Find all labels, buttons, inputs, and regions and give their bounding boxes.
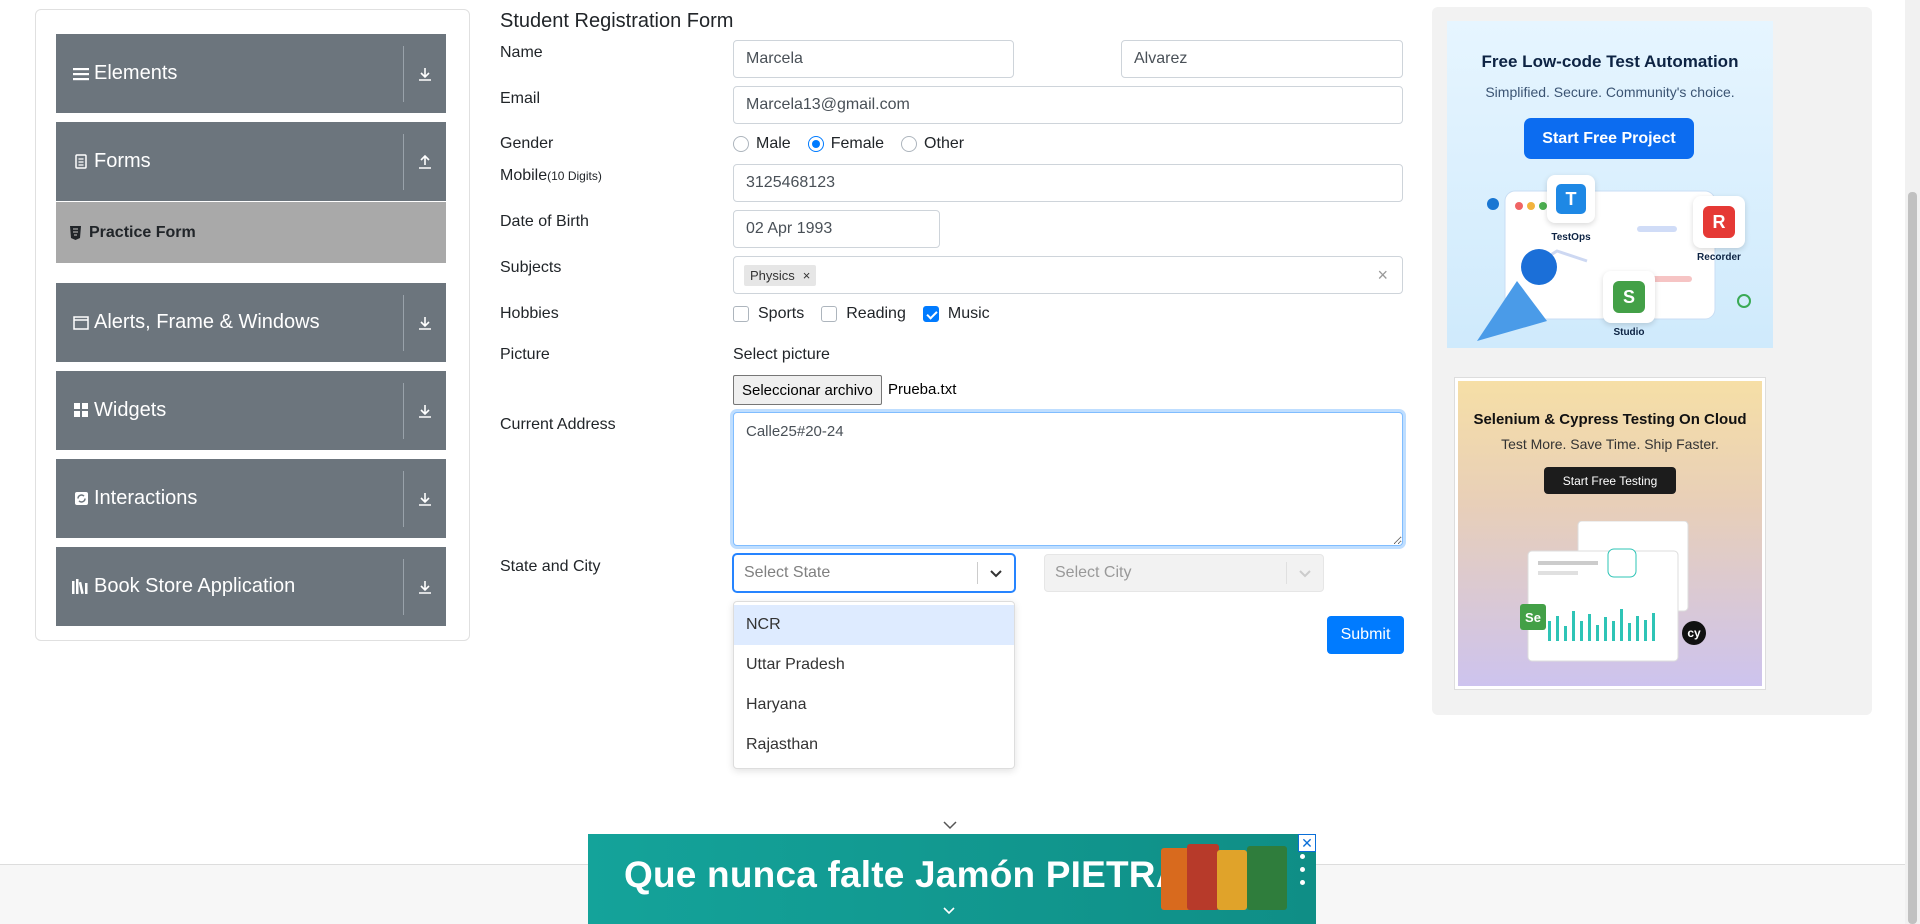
sidebar-item-label: Practice Form <box>89 223 196 241</box>
widgets-icon <box>72 402 90 420</box>
hobbies-checkbox-group: Sports Reading Music <box>733 305 1007 323</box>
download-icon[interactable] <box>404 66 446 82</box>
chevron-down-icon[interactable] <box>1287 566 1323 580</box>
state-dropdown-menu: NCR Uttar Pradesh Haryana Rajasthan <box>733 601 1015 769</box>
ad-dashboard-illustration <box>1527 521 1689 662</box>
hobby-music-checkbox[interactable] <box>922 306 939 322</box>
chevron-down-icon[interactable] <box>978 566 1014 580</box>
product-images <box>1161 842 1311 916</box>
mobile-hint: (10 Digits) <box>547 169 602 183</box>
gender-other-option[interactable]: Other <box>901 135 964 153</box>
submit-button[interactable]: Submit <box>1327 616 1404 654</box>
more-options-icon[interactable] <box>1300 854 1305 885</box>
sidebar-group-label: Widgets <box>94 399 167 421</box>
name-label: Name <box>500 44 543 61</box>
subjects-input[interactable]: Physics × × <box>733 256 1403 294</box>
sidebar-group-label: Elements <box>94 62 178 84</box>
close-icon[interactable]: ✕ <box>1298 834 1316 852</box>
sidebar-group-label: Interactions <box>94 487 198 509</box>
first-name-input[interactable]: Marcela <box>733 40 1014 78</box>
download-icon[interactable] <box>404 491 446 507</box>
choose-file-button[interactable]: Seleccionar archivo <box>733 375 882 405</box>
hobby-music-option[interactable]: Music <box>922 305 990 323</box>
hobby-reading-checkbox[interactable] <box>821 306 838 322</box>
gender-label: Gender <box>500 135 554 152</box>
scrollbar-thumb[interactable] <box>1908 192 1917 924</box>
start-free-project-button[interactable]: Start Free Project <box>1524 118 1694 159</box>
sidebar: Elements Forms Practice Form Alerts, Fra… <box>35 9 470 641</box>
address-label: Current Address <box>500 416 616 433</box>
window-icon <box>72 314 90 332</box>
page-title: Student Registration Form <box>500 10 734 32</box>
ad-title: Selenium & Cypress Testing On Cloud <box>1473 411 1747 428</box>
bottom-banner-ad[interactable]: Que nunca falte Jamón PIETRÁN ✕ <box>588 834 1316 924</box>
sidebar-group-forms[interactable]: Forms <box>56 122 446 201</box>
sidebar-group-book-store[interactable]: Book Store Application <box>56 547 446 626</box>
gender-female-option[interactable]: Female <box>807 135 884 153</box>
subjects-label: Subjects <box>500 259 562 276</box>
dob-label: Date of Birth <box>500 213 589 230</box>
ad-subtitle: Test More. Save Time. Ship Faster. <box>1501 436 1719 452</box>
html-icon <box>70 225 81 240</box>
current-address-textarea[interactable]: Calle25#20-24 <box>733 412 1403 546</box>
ad-test-automation[interactable]: Free Low-code Test Automation Simplified… <box>1447 21 1773 348</box>
state-option-rajasthan[interactable]: Rajasthan <box>734 725 1014 765</box>
download-icon[interactable] <box>404 315 446 331</box>
subject-chip: Physics × <box>744 264 817 286</box>
start-free-testing-button[interactable]: Start Free Testing <box>1544 467 1676 494</box>
state-option-uttar-pradesh[interactable]: Uttar Pradesh <box>734 645 1014 685</box>
picture-label: Picture <box>500 346 550 363</box>
sidebar-group-alerts[interactable]: Alerts, Frame & Windows <box>56 283 446 362</box>
mobile-label: Mobile(10 Digits) <box>500 167 602 184</box>
download-icon[interactable] <box>404 579 446 595</box>
state-option-haryana[interactable]: Haryana <box>734 685 1014 725</box>
upload-icon[interactable] <box>404 154 446 170</box>
hobby-reading-option[interactable]: Reading <box>821 305 906 323</box>
dob-input[interactable]: 02 Apr 1993 <box>733 210 940 248</box>
sidebar-group-widgets[interactable]: Widgets <box>56 371 446 450</box>
document-icon <box>72 153 90 171</box>
hobby-sports-option[interactable]: Sports <box>733 305 804 323</box>
chevron-down-icon[interactable] <box>941 904 957 922</box>
state-city-label: State and City <box>500 558 601 575</box>
ad-subtitle: Simplified. Secure. Community's choice. <box>1485 84 1735 100</box>
gender-female-radio[interactable] <box>807 136 824 152</box>
menu-icon <box>72 65 90 83</box>
state-option-ncr[interactable]: NCR <box>734 605 1014 645</box>
file-name: Prueba.txt <box>888 381 957 398</box>
gender-radio-group: Male Female Other <box>733 135 981 153</box>
email-input[interactable]: Marcela13@gmail.com <box>733 86 1403 124</box>
sidebar-group-label: Forms <box>94 150 151 172</box>
email-label: Email <box>500 90 541 107</box>
sidebar-group-interactions[interactable]: Interactions <box>56 459 446 538</box>
download-icon[interactable] <box>404 403 446 419</box>
hobby-sports-checkbox[interactable] <box>733 306 749 322</box>
books-icon <box>72 578 90 596</box>
gender-male-option[interactable]: Male <box>733 135 791 153</box>
hobbies-label: Hobbies <box>500 305 559 322</box>
sidebar-group-label: Book Store Application <box>94 575 296 597</box>
clear-subjects-icon[interactable]: × <box>1377 265 1388 286</box>
gender-other-radio[interactable] <box>901 136 918 152</box>
interactions-icon <box>72 490 90 508</box>
banner-ad-text: Que nunca falte Jamón PIETRÁN <box>624 854 1210 895</box>
testops-icon: T <box>1547 175 1595 223</box>
ad-title: Free Low-code Test Automation <box>1481 52 1739 71</box>
gender-male-radio[interactable] <box>733 136 749 152</box>
sidebar-item-practice-form[interactable]: Practice Form <box>56 202 446 263</box>
recorder-icon: R <box>1693 196 1745 248</box>
state-select[interactable]: Select State <box>733 554 1015 592</box>
city-select[interactable]: Select City <box>1044 554 1324 592</box>
ad-cloud-testing[interactable]: Selenium & Cypress Testing On Cloud Test… <box>1458 381 1762 686</box>
mobile-input[interactable]: 3125468123 <box>733 164 1403 202</box>
last-name-input[interactable]: Alvarez <box>1121 40 1403 78</box>
sidebar-group-label: Alerts, Frame & Windows <box>94 311 320 333</box>
studio-icon: S <box>1603 271 1655 323</box>
remove-subject-icon[interactable]: × <box>803 268 811 283</box>
sidebar-group-elements[interactable]: Elements <box>56 34 446 113</box>
picture-caption: Select picture <box>733 346 830 363</box>
